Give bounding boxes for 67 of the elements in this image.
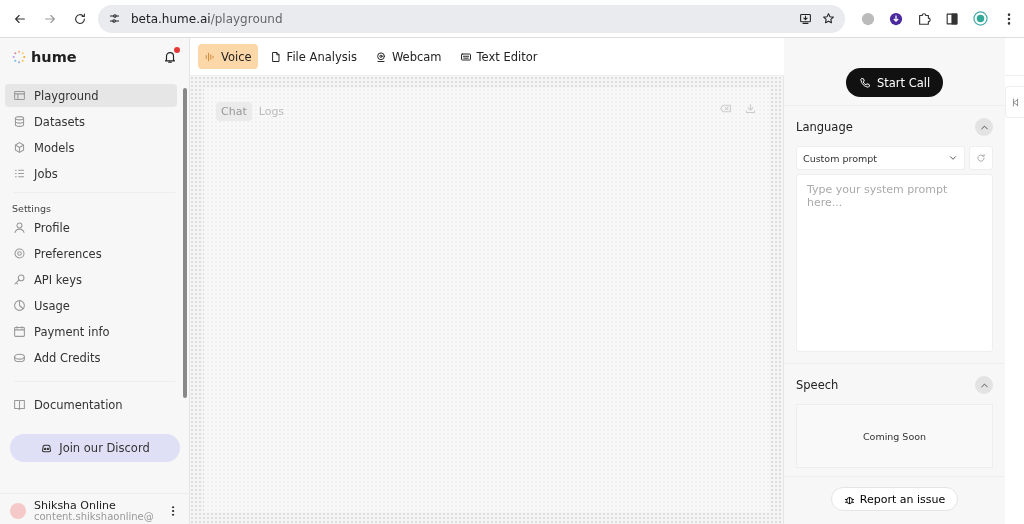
- sidebar-item[interactable]: Profile: [5, 216, 177, 239]
- sidebar-item[interactable]: Playground: [5, 84, 177, 107]
- install-app-icon: [799, 12, 812, 25]
- reload-icon: [73, 11, 87, 26]
- webcam-icon: [374, 50, 387, 63]
- collapse-button[interactable]: [975, 118, 993, 136]
- waveform-icon: [204, 50, 216, 63]
- mode-tab[interactable]: File Analysis: [263, 44, 363, 69]
- coins-icon: [13, 351, 26, 364]
- section-heading: Settings: [11, 202, 52, 216]
- sidebar-item[interactable]: Usage: [5, 294, 177, 317]
- list-icon: [13, 167, 26, 180]
- sidebar-item[interactable]: Preferences: [5, 242, 177, 265]
- report-issue-button[interactable]: Report an issue: [830, 487, 959, 511]
- pie-chart-icon: [13, 299, 26, 312]
- user-icon: [13, 221, 26, 234]
- cube-icon: [13, 141, 26, 154]
- address-bar[interactable]: beta.hume.ai/playground: [98, 4, 845, 33]
- avatar: [10, 502, 26, 519]
- phone-icon: [858, 76, 871, 89]
- side-tab[interactable]: [1005, 86, 1024, 118]
- sidebar-item[interactable]: Datasets: [5, 110, 177, 133]
- file-icon: [269, 50, 282, 63]
- clear-icon: [719, 102, 732, 115]
- calendar-icon: [13, 325, 26, 338]
- download-icon[interactable]: [889, 11, 903, 26]
- scrollbar[interactable]: [183, 88, 187, 398]
- user-email: content.shikshaonline@: [34, 511, 155, 522]
- start-call-button[interactable]: Start Call: [845, 68, 944, 97]
- mode-tab[interactable]: Webcam: [368, 44, 448, 69]
- sidebar-item[interactable]: Payment info: [5, 320, 177, 343]
- sidebar-item[interactable]: API keys: [5, 268, 177, 291]
- prompt-select[interactable]: Custom prompt: [796, 146, 965, 170]
- layout-icon: [13, 89, 26, 102]
- mode-tab[interactable]: Voice: [198, 44, 258, 69]
- mode-tab[interactable]: Text Editor: [453, 44, 544, 69]
- refresh-button[interactable]: [969, 146, 993, 170]
- coming-soon-message: Coming Soon: [796, 404, 993, 468]
- sidebar-item[interactable]: Models: [5, 136, 177, 159]
- side-panel-icon: [945, 11, 959, 26]
- download-icon: [744, 102, 757, 115]
- logo-text: hume: [31, 49, 77, 65]
- section-title: Speech: [796, 378, 839, 392]
- logo-icon: [12, 50, 26, 64]
- section-title: Language: [796, 120, 853, 134]
- system-prompt-field[interactable]: Type your system prompt here...: [796, 174, 993, 352]
- puzzle-icon: [917, 11, 931, 26]
- bell-icon: [163, 50, 177, 64]
- refresh-icon: [976, 153, 986, 163]
- extension-icon[interactable]: [861, 11, 875, 26]
- keyboard-icon: [459, 50, 472, 63]
- url-text: beta.hume.ai/playground: [131, 11, 283, 26]
- database-icon: [13, 115, 26, 128]
- sidebar-item[interactable]: Jobs: [5, 162, 177, 185]
- profile-icon[interactable]: [973, 11, 988, 26]
- discord-button[interactable]: Join our Discord: [10, 434, 180, 462]
- key-icon: [13, 273, 26, 286]
- collapse-button[interactable]: [975, 376, 993, 394]
- chevron-down-icon: [948, 153, 958, 163]
- notification-button[interactable]: [163, 50, 177, 64]
- documentation-link[interactable]: Documentation: [5, 393, 177, 416]
- gear-icon: [13, 247, 26, 260]
- book-icon: [13, 398, 26, 411]
- sidebar-item[interactable]: Add Credits: [5, 346, 177, 369]
- site-settings-icon: [108, 12, 121, 25]
- star-icon: [822, 12, 835, 25]
- user-name: Shiksha Online: [34, 499, 117, 512]
